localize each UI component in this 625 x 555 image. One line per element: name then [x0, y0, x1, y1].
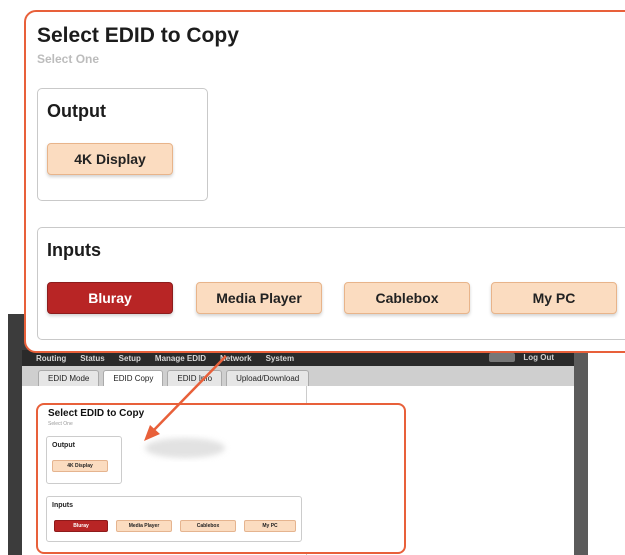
menu-item-manage-edid[interactable]: Manage EDID: [155, 354, 206, 363]
menu-item-routing[interactable]: Routing: [36, 354, 66, 363]
mini-dialog-subtitle: Select One: [48, 421, 73, 427]
user-button[interactable]: [489, 353, 516, 363]
mini-output-label: Output: [52, 442, 75, 449]
tab-edid-mode[interactable]: EDID Mode: [38, 370, 100, 386]
menu-item-setup[interactable]: Setup: [119, 354, 141, 363]
menu-item-status[interactable]: Status: [80, 354, 104, 363]
stage: Routing Status Setup Manage EDID Network…: [0, 0, 625, 555]
mini-inputs-group: [46, 496, 302, 542]
dialog-subtitle: Select One: [37, 52, 100, 66]
menu-item-system[interactable]: System: [266, 354, 294, 363]
input-media-player-button[interactable]: Media Player: [196, 282, 322, 314]
dialog-title: Select EDID to Copy: [37, 24, 239, 47]
input-my-pc-button[interactable]: My PC: [491, 282, 617, 314]
mini-input-my-pc-button[interactable]: My PC: [244, 520, 296, 532]
mini-dialog-title: Select EDID to Copy: [48, 408, 145, 419]
output-group-label: Output: [47, 101, 106, 121]
input-cablebox-button[interactable]: Cablebox: [344, 282, 470, 314]
mini-output-4k-display-button[interactable]: 4K Display: [52, 460, 108, 472]
logout-link[interactable]: Log Out: [523, 353, 554, 362]
mini-input-media-player-button[interactable]: Media Player: [116, 520, 172, 532]
mini-inputs-label: Inputs: [52, 502, 73, 509]
mini-input-bluray-button[interactable]: Bluray: [54, 520, 108, 532]
edid-tabs-bar: EDID Mode EDID Copy EDID Info Upload/Dow…: [22, 366, 574, 386]
tab-edid-copy[interactable]: EDID Copy: [103, 370, 164, 386]
output-4k-display-button[interactable]: 4K Display: [47, 143, 173, 175]
tab-edid-info[interactable]: EDID Info: [167, 370, 223, 386]
menu-item-network[interactable]: Network: [220, 354, 252, 363]
tab-upload-download[interactable]: Upload/Download: [226, 370, 310, 386]
mini-input-cablebox-button[interactable]: Cablebox: [180, 520, 236, 532]
input-bluray-button[interactable]: Bluray: [47, 282, 173, 314]
inputs-group-label: Inputs: [47, 240, 101, 260]
logout-area: Log Out: [489, 353, 554, 363]
